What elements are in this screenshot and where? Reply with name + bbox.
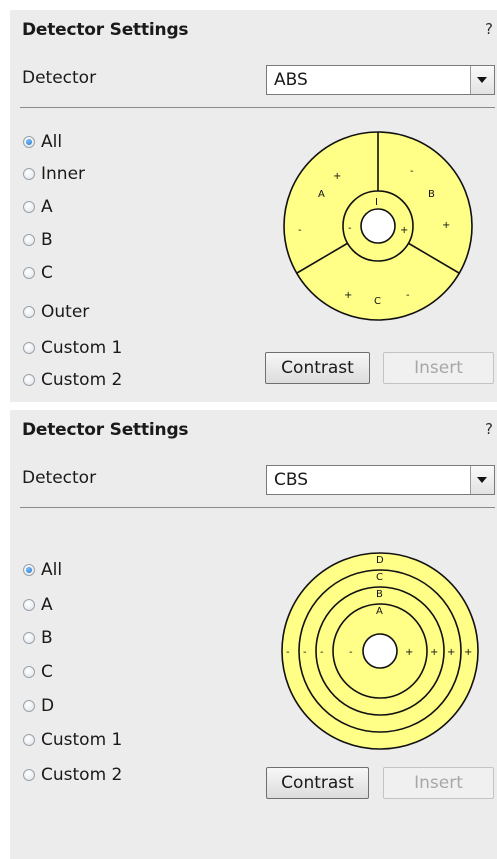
- dropdown-arrow-button[interactable]: [470, 466, 494, 494]
- radio-icon: [23, 342, 35, 354]
- label-plus-c: +: [447, 647, 455, 658]
- detector-label: Detector: [22, 68, 97, 88]
- cbs-detector-diagram[interactable]: D C B A - - - - + + + +: [280, 551, 480, 751]
- label-ring-d: D: [376, 555, 384, 566]
- radio-label: All: [41, 560, 63, 580]
- radio-icon: [23, 734, 35, 746]
- radio-label: Inner: [41, 164, 86, 184]
- label-ring-c: C: [376, 572, 383, 583]
- radio-label: Custom 1: [41, 730, 123, 750]
- radio-icon: [23, 769, 35, 781]
- label-minus-c: -: [303, 647, 307, 658]
- label-a-plus: +: [333, 171, 341, 182]
- radio-label: B: [41, 628, 53, 648]
- center-hole: [362, 633, 398, 669]
- radio-custom-2[interactable]: Custom 2: [23, 765, 122, 787]
- radio-label: All: [41, 132, 63, 152]
- label-minus-a: -: [349, 647, 353, 658]
- detector-select-value: CBS: [274, 470, 309, 490]
- label-plus-d: +: [464, 647, 472, 658]
- radio-icon: [23, 234, 35, 246]
- label-c: C: [374, 296, 381, 307]
- radio-all[interactable]: All: [23, 132, 62, 154]
- center-hole: [360, 208, 396, 244]
- abs-detector-diagram[interactable]: I - + A + - B - + C + -: [282, 130, 473, 321]
- radio-icon: [23, 201, 35, 213]
- radio-icon: [23, 306, 35, 318]
- radio-a[interactable]: A: [23, 197, 53, 219]
- radio-icon: [23, 666, 35, 678]
- contrast-button[interactable]: Contrast: [266, 767, 369, 799]
- label-b: B: [428, 189, 435, 200]
- radio-outer[interactable]: Outer: [23, 302, 89, 324]
- radio-selected-icon: [23, 564, 35, 576]
- chevron-down-icon: [477, 477, 487, 483]
- panel-title: Detector Settings: [22, 420, 189, 440]
- radio-label: B: [41, 230, 53, 250]
- insert-button[interactable]: Insert: [383, 352, 494, 384]
- detector-settings-panel-abs: Detector Settings ? Detector ABS All Inn…: [10, 10, 497, 402]
- dropdown-arrow-button[interactable]: [470, 66, 494, 94]
- radio-icon: [23, 700, 35, 712]
- label-plus-a: +: [405, 647, 413, 658]
- chevron-down-icon: [477, 77, 487, 83]
- detector-label: Detector: [22, 468, 97, 488]
- label-b-minus: -: [410, 166, 414, 177]
- radio-label: A: [41, 595, 53, 615]
- contrast-button[interactable]: Contrast: [265, 352, 370, 384]
- radio-c[interactable]: C: [23, 263, 53, 285]
- radio-label: Custom 1: [41, 338, 123, 358]
- label-ring-b: B: [376, 589, 383, 600]
- radio-b[interactable]: B: [23, 628, 53, 650]
- label-ring-a: A: [376, 606, 383, 617]
- radio-icon: [23, 374, 35, 386]
- detector-select[interactable]: CBS: [266, 465, 495, 495]
- radio-label: Custom 2: [41, 370, 123, 390]
- radio-label: Outer: [41, 302, 90, 322]
- radio-icon: [23, 599, 35, 611]
- radio-custom-2[interactable]: Custom 2: [23, 370, 122, 392]
- insert-button[interactable]: Insert: [383, 767, 494, 799]
- radio-icon: [23, 168, 35, 180]
- detector-settings-panel-cbs: Detector Settings ? Detector CBS All A B…: [10, 410, 497, 859]
- label-a-minus: -: [298, 225, 302, 236]
- separator: [20, 507, 495, 508]
- radio-d[interactable]: D: [23, 696, 54, 718]
- help-button[interactable]: ?: [485, 20, 493, 38]
- label-inner: I: [375, 197, 378, 208]
- label-plus-b: +: [430, 647, 438, 658]
- panel-title: Detector Settings: [22, 20, 189, 40]
- radio-b[interactable]: B: [23, 230, 53, 252]
- radio-label: A: [41, 197, 53, 217]
- radio-icon: [23, 267, 35, 279]
- label-minus-d: -: [286, 647, 290, 658]
- label-minus-b: -: [320, 647, 324, 658]
- detector-select[interactable]: ABS: [266, 65, 495, 95]
- radio-all[interactable]: All: [23, 560, 62, 582]
- label-c-minus: -: [406, 290, 410, 301]
- radio-icon: [23, 632, 35, 644]
- radio-a[interactable]: A: [23, 595, 53, 617]
- radio-c[interactable]: C: [23, 662, 53, 684]
- radio-custom-1[interactable]: Custom 1: [23, 338, 122, 360]
- label-a: A: [318, 189, 325, 200]
- label-inner-plus: +: [400, 225, 408, 236]
- help-button[interactable]: ?: [485, 420, 493, 438]
- radio-label: D: [41, 696, 55, 716]
- radio-custom-1[interactable]: Custom 1: [23, 730, 122, 752]
- radio-inner[interactable]: Inner: [23, 164, 85, 186]
- radio-selected-icon: [23, 136, 35, 148]
- label-inner-minus: -: [348, 223, 352, 234]
- separator: [20, 107, 495, 108]
- label-b-plus: +: [442, 220, 450, 231]
- label-c-plus: +: [344, 290, 352, 301]
- radio-label: C: [41, 263, 53, 283]
- radio-label: Custom 2: [41, 765, 123, 785]
- radio-label: C: [41, 662, 53, 682]
- detector-select-value: ABS: [274, 70, 308, 90]
